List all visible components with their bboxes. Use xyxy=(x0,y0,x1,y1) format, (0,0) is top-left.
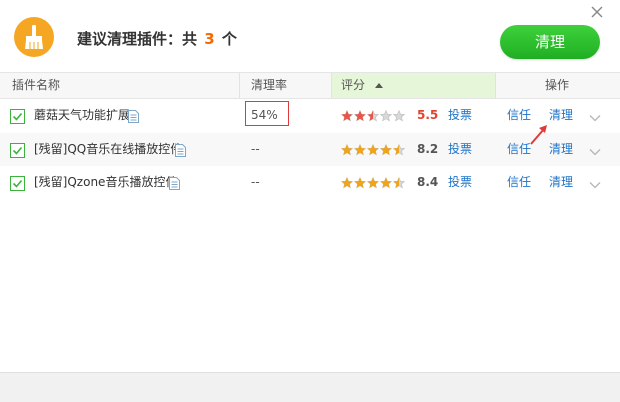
document-icon[interactable] xyxy=(169,177,180,190)
column-divider xyxy=(331,73,332,98)
star-rating xyxy=(340,176,406,189)
star-icon xyxy=(392,143,406,156)
row-checkbox[interactable] xyxy=(10,176,25,191)
column-header-name[interactable]: 插件名称 xyxy=(12,73,60,98)
rating-score: 8.2 xyxy=(417,142,439,156)
document-icon[interactable] xyxy=(175,144,186,157)
trust-link[interactable]: 信任 xyxy=(507,166,531,199)
clean-link[interactable]: 清理 xyxy=(549,166,573,199)
clean-link[interactable]: 清理 xyxy=(549,99,573,132)
star-rating xyxy=(340,143,406,156)
star-icon xyxy=(392,176,406,189)
plugin-name: [残留]Qzone音乐播放控件 xyxy=(34,175,178,189)
star-icon xyxy=(353,109,367,122)
star-icon xyxy=(379,176,393,189)
table-row: 蘑菇天气功能扩展 54% 5.5 投票 信任 清理 xyxy=(0,99,620,132)
clean-rate: -- xyxy=(251,175,260,189)
arrow-pointer-icon xyxy=(528,122,550,149)
star-icon xyxy=(392,109,406,122)
table-header: 插件名称 清理率 评分 操作 xyxy=(0,72,620,99)
clean-rate: -- xyxy=(251,142,260,156)
star-icon xyxy=(340,143,354,156)
plugin-name: [残留]QQ音乐在线播放控件 xyxy=(34,142,183,156)
vote-link[interactable]: 投票 xyxy=(448,166,472,199)
star-icon xyxy=(366,143,380,156)
vote-link[interactable]: 投票 xyxy=(448,133,472,166)
column-header-rating[interactable]: 评分 xyxy=(341,73,365,98)
column-divider xyxy=(495,73,496,98)
vote-link[interactable]: 投票 xyxy=(448,99,472,132)
plugin-count: 3 xyxy=(204,30,215,48)
star-icon xyxy=(366,109,380,122)
title-suffix: 个 xyxy=(221,30,237,48)
clean-link[interactable]: 清理 xyxy=(549,133,573,166)
clean-all-button[interactable]: 清理 xyxy=(500,25,600,59)
broom-icon xyxy=(14,17,54,57)
table-row: [残留]QQ音乐在线播放控件 -- 8.2 投票 信任 清理 xyxy=(0,133,620,166)
column-divider xyxy=(239,73,240,98)
star-icon xyxy=(340,109,354,122)
chevron-down-icon[interactable] xyxy=(589,111,601,125)
column-header-action: 操作 xyxy=(545,78,570,92)
sort-ascending-icon[interactable] xyxy=(375,83,383,88)
chevron-down-icon[interactable] xyxy=(589,178,601,192)
star-rating xyxy=(340,109,406,122)
star-icon xyxy=(366,176,380,189)
footer-bar xyxy=(0,372,620,402)
column-header-rate[interactable]: 清理率 xyxy=(251,73,287,98)
page-title: 建议清理插件：共 3 个 xyxy=(77,28,237,49)
star-icon xyxy=(353,143,367,156)
document-icon[interactable] xyxy=(128,110,139,123)
title-prefix: 建议清理插件：共 xyxy=(77,30,198,48)
star-icon xyxy=(353,176,367,189)
plugin-name: 蘑菇天气功能扩展 xyxy=(34,108,131,122)
star-icon xyxy=(379,109,393,122)
close-icon[interactable] xyxy=(589,4,605,20)
table-row: [残留]Qzone音乐播放控件 -- 8.4 投票 信任 清理 xyxy=(0,166,620,199)
row-checkbox[interactable] xyxy=(10,109,25,124)
header: 建议清理插件：共 3 个 清理 xyxy=(0,0,620,72)
rating-score: 5.5 xyxy=(417,108,439,122)
rating-score: 8.4 xyxy=(417,175,439,189)
star-icon xyxy=(340,176,354,189)
chevron-down-icon[interactable] xyxy=(589,145,601,159)
row-checkbox[interactable] xyxy=(10,143,25,158)
clean-rate-highlight-box xyxy=(245,101,289,126)
star-icon xyxy=(379,143,393,156)
